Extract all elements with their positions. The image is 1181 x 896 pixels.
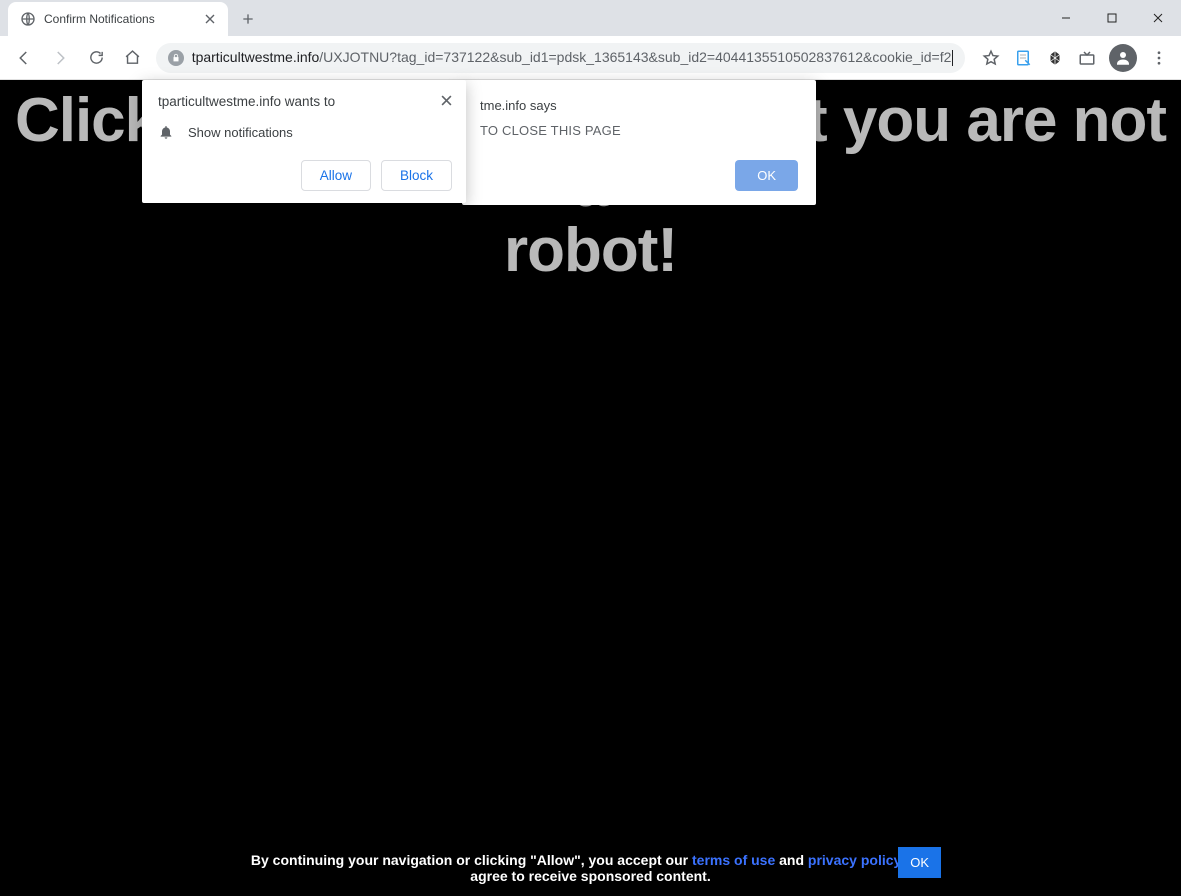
cookie-prefix: By continuing your navigation or clickin… — [251, 852, 692, 868]
back-button[interactable] — [8, 42, 40, 74]
cookie-ok-button[interactable]: OK — [898, 847, 941, 878]
terms-of-use-link[interactable]: terms of use — [692, 852, 775, 868]
url-host: tparticultwestme.info — [192, 49, 320, 65]
globe-icon — [20, 11, 36, 27]
tab-strip: Confirm Notifications — [0, 0, 1181, 36]
block-button[interactable]: Block — [381, 160, 452, 191]
permission-close-icon[interactable] — [441, 94, 452, 110]
kebab-menu-icon[interactable] — [1145, 44, 1173, 72]
alert-title: tme.info says — [480, 98, 798, 113]
extension-tv-icon[interactable] — [1073, 44, 1101, 72]
extension-diamond-icon[interactable] — [1041, 44, 1069, 72]
permission-row-label: Show notifications — [188, 125, 293, 140]
alert-ok-button[interactable]: OK — [735, 160, 798, 191]
notification-permission-dialog: tparticultwestme.info wants to Show noti… — [142, 80, 466, 203]
privacy-policy-link[interactable]: privacy policy — [808, 852, 901, 868]
home-button[interactable] — [116, 42, 148, 74]
tab-close-icon[interactable] — [202, 11, 218, 27]
cookie-banner: By continuing your navigation or clickin… — [0, 852, 1181, 884]
reload-button[interactable] — [80, 42, 112, 74]
url-path: /UXJOTNU?tag_id=737122&sub_id1=pdsk_1365… — [319, 49, 951, 65]
hero-line-2: robot! — [0, 218, 1181, 283]
cookie-mid: and — [775, 852, 808, 868]
forward-button[interactable] — [44, 42, 76, 74]
alert-body: TO CLOSE THIS PAGE — [480, 123, 798, 138]
maximize-button[interactable] — [1089, 0, 1135, 36]
cookie-line2: agree to receive sponsored content. — [470, 868, 710, 884]
allow-button[interactable]: Allow — [301, 160, 371, 191]
window-close-button[interactable] — [1135, 0, 1181, 36]
js-alert-dialog: tme.info says TO CLOSE THIS PAGE OK — [462, 80, 816, 205]
bookmark-star-icon[interactable] — [977, 44, 1005, 72]
tab-title: Confirm Notifications — [44, 12, 202, 26]
minimize-button[interactable] — [1043, 0, 1089, 36]
lock-icon — [168, 50, 184, 66]
toolbar: tparticultwestme.info/UXJOTNU?tag_id=737… — [0, 36, 1181, 80]
address-bar[interactable]: tparticultwestme.info/UXJOTNU?tag_id=737… — [156, 43, 965, 73]
new-tab-button[interactable] — [234, 5, 262, 33]
text-caret-icon — [952, 50, 953, 66]
window-controls — [1043, 0, 1181, 36]
profile-avatar-icon[interactable] — [1109, 44, 1137, 72]
permission-prompt: tparticultwestme.info wants to — [158, 94, 335, 109]
browser-tab[interactable]: Confirm Notifications — [8, 2, 228, 36]
extension-note-icon[interactable] — [1009, 44, 1037, 72]
bell-icon — [158, 124, 174, 140]
url-text: tparticultwestme.info/UXJOTNU?tag_id=737… — [192, 49, 953, 66]
